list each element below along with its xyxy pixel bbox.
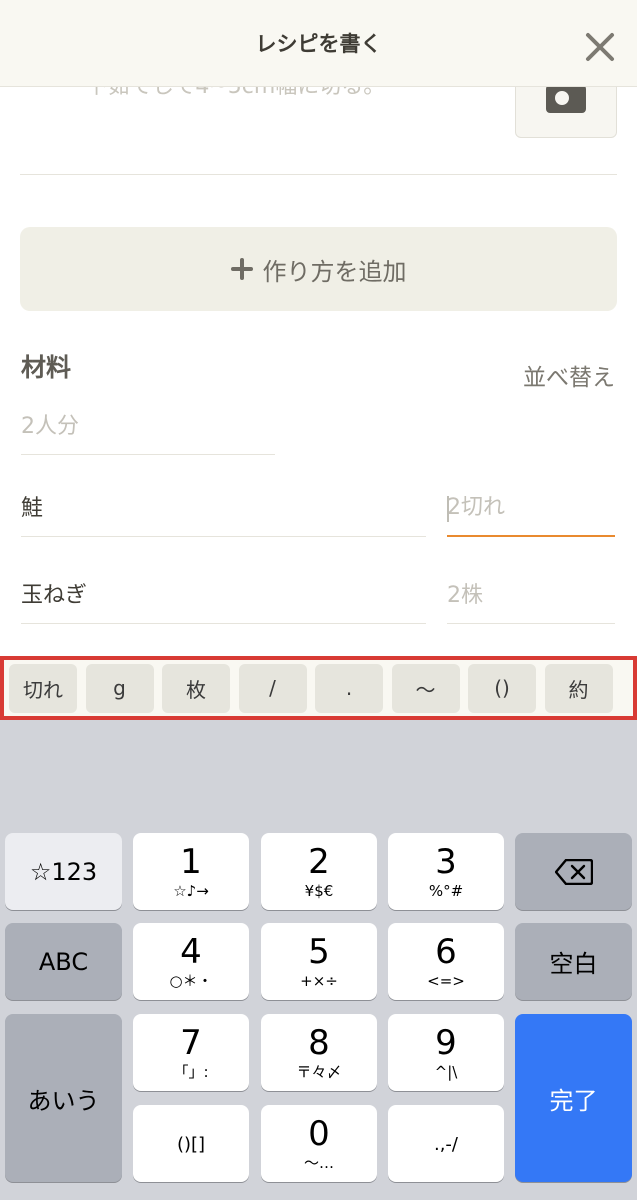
numeric-keyboard: ☆123 1 ☆♪→ 2 ¥$€ 3 %°# ABC 4 ○＊・ 5 +×÷ 6… (0, 720, 637, 1200)
reorder-button[interactable]: 並べ替え (523, 358, 615, 392)
key-label: .,-/ (433, 1133, 458, 1155)
punctuation-key[interactable]: .,-/ (388, 1105, 504, 1182)
key-number: 4 (180, 931, 202, 972)
add-step-label: 作り方を追加 (262, 257, 407, 286)
text-caret (447, 496, 449, 522)
key-number: 6 (435, 931, 457, 972)
paren-key[interactable]: ()[] (133, 1105, 249, 1182)
ingredients-title: 材料 (21, 353, 72, 382)
add-step-button[interactable]: 作り方を追加 (20, 227, 617, 311)
key-0[interactable]: 0 〜… (261, 1105, 377, 1182)
key-subtext: ^|\ (434, 1062, 458, 1081)
backspace-key[interactable] (515, 833, 632, 910)
ingredient-name-input[interactable]: 鮭 (21, 482, 426, 537)
key-subtext: ¥$€ (304, 881, 334, 900)
abc-mode-key[interactable]: ABC (5, 923, 122, 1000)
key-subtext: ○＊・ (169, 971, 213, 990)
key-subtext: <=> (427, 971, 465, 990)
key-label: 完了 (549, 1086, 598, 1115)
unit-key[interactable]: g (85, 663, 154, 713)
key-1[interactable]: 1 ☆♪→ (133, 833, 249, 910)
header: レシピを書く (0, 0, 637, 87)
space-key[interactable]: 空白 (515, 923, 632, 1000)
key-number: 9 (435, 1022, 457, 1063)
camera-icon (546, 85, 586, 113)
key-subtext: +×÷ (300, 971, 338, 990)
unit-key[interactable]: 切れ (9, 663, 77, 713)
key-label: ()[] (176, 1133, 206, 1155)
key-8[interactable]: 8 〒々〆 (261, 1014, 377, 1091)
key-label: 空白 (549, 950, 598, 978)
key-label: あいう (27, 1086, 100, 1115)
backspace-icon (554, 858, 593, 885)
unit-key[interactable]: 枚 (162, 663, 230, 713)
ingredient-qty-input[interactable]: 2株 (447, 569, 615, 624)
key-label: ABC (38, 947, 89, 976)
kana-mode-key[interactable]: あいう (5, 1014, 122, 1182)
key-3[interactable]: 3 %°# (388, 833, 504, 910)
key-subtext: 〒々〆 (296, 1062, 342, 1081)
close-icon[interactable] (583, 30, 617, 64)
divider (20, 174, 617, 175)
unit-key[interactable]: 約 (544, 663, 613, 713)
key-number: 1 (180, 841, 202, 882)
unit-key[interactable]: () (468, 663, 536, 713)
unit-key[interactable]: . (315, 663, 383, 713)
key-number: 0 (308, 1113, 330, 1154)
plus-icon (230, 258, 253, 280)
ingredient-qty-input[interactable]: 2切れ (447, 481, 615, 537)
key-number: 3 (435, 841, 457, 882)
servings-input[interactable]: 2人分 (21, 400, 275, 455)
key-7[interactable]: 7 「」: (133, 1014, 249, 1091)
key-4[interactable]: 4 ○＊・ (133, 923, 249, 1000)
key-number: 2 (308, 841, 330, 882)
key-label: ☆123 (29, 857, 98, 886)
unit-key[interactable]: / (238, 663, 307, 713)
key-6[interactable]: 6 <=> (388, 923, 504, 1000)
unit-key[interactable]: 〜 (391, 663, 460, 713)
key-2[interactable]: 2 ¥$€ (261, 833, 377, 910)
symbol-mode-key[interactable]: ☆123 (5, 833, 122, 910)
key-subtext: ☆♪→ (173, 881, 209, 900)
done-key[interactable]: 完了 (515, 1014, 632, 1182)
key-subtext: 「」: (173, 1062, 209, 1081)
key-subtext: 〜… (303, 1153, 334, 1172)
key-number: 8 (308, 1022, 330, 1063)
key-5[interactable]: 5 +×÷ (261, 923, 377, 1000)
ingredient-qty-placeholder: 2切れ (447, 495, 505, 520)
key-subtext: %°# (428, 881, 464, 900)
unit-toolbar: 切れ g 枚 / . 〜 () 約 (0, 656, 637, 720)
key-number: 5 (308, 931, 330, 972)
key-9[interactable]: 9 ^|\ (388, 1014, 504, 1091)
page-title: レシピを書く (255, 32, 382, 56)
key-number: 7 (180, 1022, 202, 1063)
ingredient-name-input[interactable]: 玉ねぎ (21, 569, 426, 624)
